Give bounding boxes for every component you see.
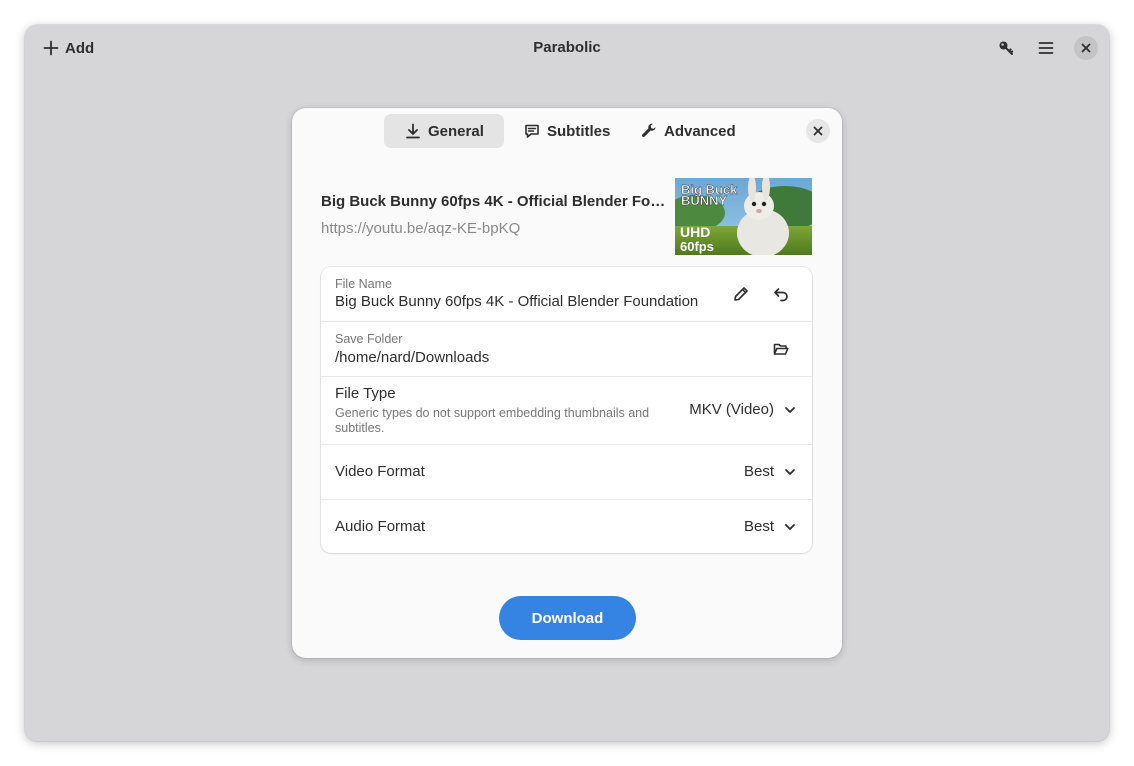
header-bar: Add Parabolic — [25, 25, 1109, 71]
revert-file-name-button[interactable] — [767, 280, 795, 308]
tab-general[interactable]: General — [384, 114, 504, 148]
pencil-icon — [734, 287, 748, 301]
main-menu-button[interactable] — [1031, 33, 1061, 63]
window-title: Parabolic — [533, 39, 601, 56]
close-icon — [1081, 43, 1091, 53]
add-download-dialog: General Subtitles Advanced Big Buck Bunn… — [292, 108, 842, 658]
save-folder-value: /home/nard/Downloads — [335, 349, 490, 366]
video-format-selected: Best — [743, 463, 774, 480]
media-thumbnail: Big Buck BUNNY UHD 60fps — [675, 178, 812, 255]
thumbnail-text-2: BUNNY — [681, 193, 728, 208]
audio-format-dropdown[interactable]: Best — [744, 518, 796, 535]
audio-format-label: Audio Format — [335, 518, 426, 535]
file-type-selected: MKV (Video) — [689, 401, 774, 418]
file-name-row: File Name Big Buck Bunny 60fps 4K - Offi… — [321, 267, 812, 322]
wrench-icon — [642, 123, 656, 137]
file-name-label: File Name — [335, 277, 392, 291]
key-icon — [999, 41, 1014, 55]
tab-subtitles-label: Subtitles — [547, 122, 611, 140]
audio-format-row[interactable]: Audio Format Best — [321, 500, 812, 553]
tab-advanced[interactable]: Advanced — [641, 114, 736, 148]
file-type-description: Generic types do not support embedding t… — [335, 406, 650, 435]
save-folder-row: Save Folder /home/nard/Downloads — [321, 322, 812, 377]
thumbnail-text-3: UHD — [680, 224, 710, 240]
download-icon — [406, 123, 420, 139]
tab-advanced-label: Advanced — [664, 122, 736, 140]
video-format-dropdown[interactable]: Best — [744, 463, 796, 480]
chevron-down-icon — [785, 406, 795, 413]
file-type-row[interactable]: File Type Generic types do not support e… — [321, 377, 812, 445]
undo-icon — [774, 288, 788, 302]
file-type-label: File Type — [335, 385, 396, 402]
keyring-button[interactable] — [991, 33, 1021, 63]
audio-format-selected: Best — [743, 518, 774, 535]
video-format-label: Video Format — [335, 463, 425, 480]
folder-open-icon — [773, 343, 789, 355]
hamburger-menu-icon — [1038, 42, 1054, 54]
dialog-tab-bar: General Subtitles Advanced — [292, 114, 842, 148]
save-folder-label: Save Folder — [335, 332, 403, 346]
window-close-button[interactable] — [1074, 36, 1098, 60]
file-type-dropdown[interactable]: MKV (Video) — [689, 401, 796, 418]
chevron-down-icon — [785, 523, 795, 530]
media-url: https://youtu.be/aqz-KE-bpKQ — [321, 220, 521, 237]
chevron-down-icon — [785, 468, 795, 475]
edit-file-name-button[interactable] — [727, 280, 755, 308]
file-name-field[interactable]: Big Buck Bunny 60fps 4K - Official Blend… — [335, 293, 698, 310]
dialog-close-button[interactable] — [806, 119, 830, 143]
video-format-row[interactable]: Video Format Best — [321, 445, 812, 500]
thumbnail-text-4: 60fps — [680, 239, 714, 254]
thumbnail-image: Big Buck BUNNY UHD 60fps — [675, 178, 812, 255]
tab-general-label: General — [428, 122, 484, 140]
subtitles-icon — [525, 124, 539, 138]
media-title: Big Buck Bunny 60fps 4K - Official Blend… — [321, 193, 673, 210]
close-icon — [813, 126, 823, 136]
select-folder-button[interactable] — [767, 335, 795, 363]
tab-subtitles[interactable]: Subtitles — [524, 114, 610, 148]
download-options-list: File Name Big Buck Bunny 60fps 4K - Offi… — [321, 267, 812, 553]
download-button[interactable]: Download — [499, 596, 636, 640]
